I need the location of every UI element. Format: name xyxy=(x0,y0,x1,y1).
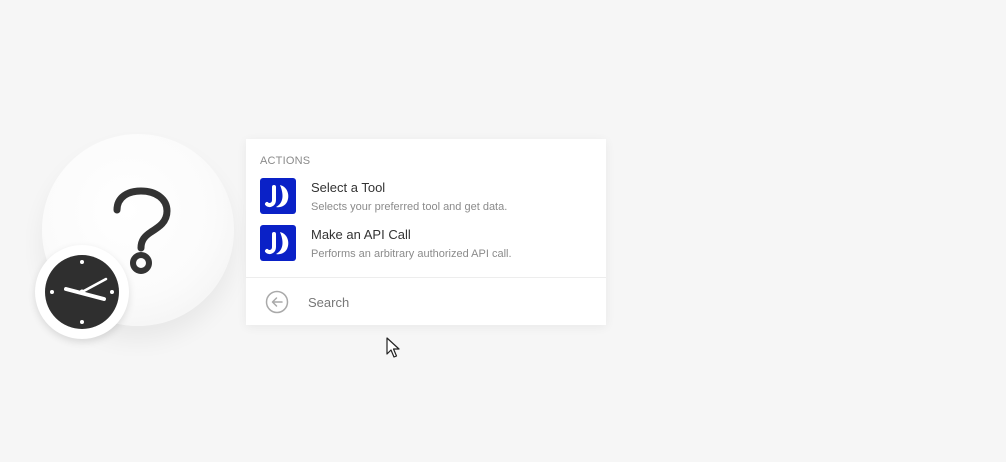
search-input[interactable] xyxy=(308,292,588,312)
divider xyxy=(246,277,606,278)
app-logo-icon xyxy=(260,178,296,214)
action-description: Performs an arbitrary authorized API cal… xyxy=(311,248,512,260)
action-item-select-tool[interactable]: Select a Tool Selects your preferred too… xyxy=(246,177,606,221)
actions-section-title: ACTIONS xyxy=(260,155,311,167)
mouse-cursor-icon xyxy=(386,337,400,358)
action-description: Selects your preferred tool and get data… xyxy=(311,201,508,213)
app-logo-icon xyxy=(260,225,296,261)
action-title: Select a Tool xyxy=(311,180,386,195)
action-title: Make an API Call xyxy=(311,227,411,242)
action-item-make-api-call[interactable]: Make an API Call Performs an arbitrary a… xyxy=(246,224,606,268)
back-arrow-icon[interactable] xyxy=(265,290,289,314)
clock-icon xyxy=(45,255,119,329)
actions-panel: ACTIONS Select a Tool Selects your prefe… xyxy=(246,139,606,325)
